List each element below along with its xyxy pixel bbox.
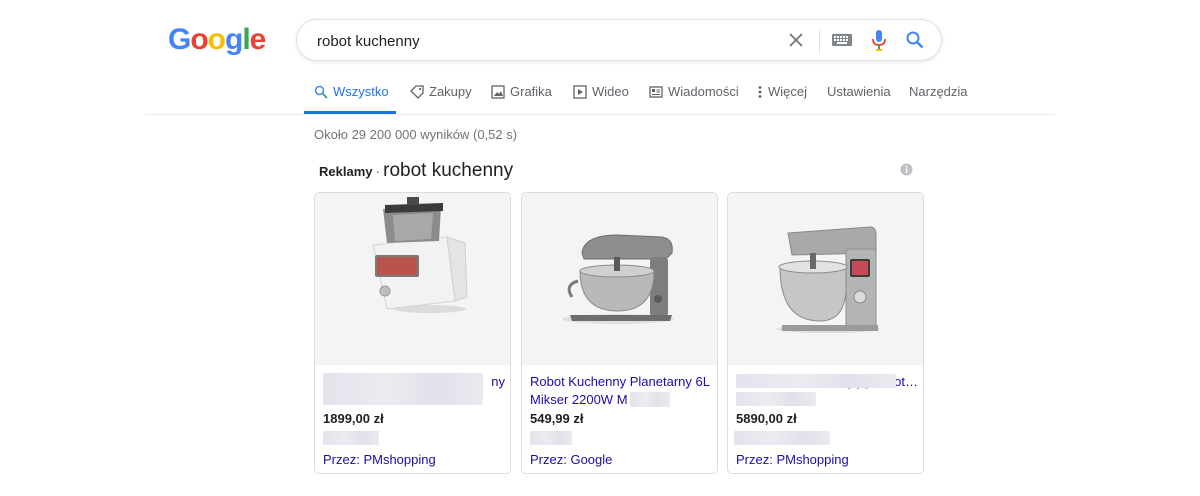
redacted-store — [323, 431, 379, 445]
ads-query: robot kuchenny — [383, 160, 514, 181]
voice-search-button[interactable] — [868, 29, 890, 51]
product-image — [728, 193, 923, 365]
product-title-line: Mikser 2200W M — [530, 392, 628, 407]
keyboard-icon — [832, 34, 852, 46]
redacted-title — [323, 373, 483, 405]
header-divider — [145, 114, 1055, 115]
product-image — [522, 193, 717, 365]
tab-wszystko[interactable]: Wszystko — [314, 84, 389, 114]
product-price: 5890,00 zł — [736, 411, 797, 426]
tab-wiadomosci[interactable]: Wiadomości — [649, 84, 739, 114]
search-divider — [819, 29, 820, 53]
product-card[interactable]: Robot Kuchenny Planetarny 6L Mikser 2200… — [521, 192, 718, 474]
results-count: Około 29 200 000 wyników (0,52 s) — [314, 127, 518, 142]
keyboard-button[interactable] — [831, 29, 853, 51]
product-card[interactable]: ny 1899,00 zł Przez: PMshopping — [314, 192, 511, 474]
logo-letter: g — [225, 23, 243, 56]
logo-letter: o — [190, 23, 208, 56]
search-input[interactable] — [315, 20, 769, 62]
product-card[interactable]: Gotujący robot… 5890,00 zł Przez: PMshop… — [727, 192, 924, 474]
logo-letter: o — [207, 23, 226, 56]
cooking-robot-image — [776, 226, 880, 333]
tab-ustawienia[interactable]: Ustawienia — [827, 84, 891, 114]
search-box — [296, 19, 942, 62]
clear-search-button[interactable] — [785, 29, 807, 51]
logo-letter: e — [249, 23, 267, 56]
tab-label: Więcej — [768, 84, 808, 99]
tab-wiecej[interactable]: Więcej — [757, 84, 807, 114]
tab-label: Wideo — [592, 84, 629, 99]
redacted-title — [736, 374, 896, 388]
kitchen-robot-image — [372, 197, 468, 313]
search-icon — [314, 85, 328, 99]
tab-label: Narzędzia — [909, 84, 968, 99]
product-price: 549,99 zł — [530, 411, 584, 426]
tab-label: Wiadomości — [668, 84, 739, 99]
logo-letter: G — [168, 23, 191, 56]
product-seller[interactable]: Przez: Google — [530, 452, 612, 467]
search-button[interactable] — [904, 29, 926, 51]
tag-icon — [410, 85, 424, 99]
microphone-icon — [872, 29, 886, 51]
tab-grafika[interactable]: Grafika — [491, 84, 552, 114]
ads-label: Reklamy — [319, 164, 373, 179]
tab-label: Wszystko — [333, 84, 389, 99]
play-icon — [573, 85, 587, 99]
product-price: 1899,00 zł — [323, 411, 384, 426]
tab-zakupy[interactable]: Zakupy — [410, 84, 472, 114]
ads-separator: · — [375, 163, 381, 179]
search-icon — [906, 31, 924, 49]
logo-letter: l — [242, 23, 250, 56]
tab-narzedzia[interactable]: Narzędzia — [909, 84, 968, 114]
google-logo[interactable]: Google — [168, 22, 267, 58]
tab-wideo[interactable]: Wideo — [573, 84, 629, 114]
redacted-store — [734, 431, 830, 445]
stand-mixer-image — [562, 234, 674, 324]
product-seller[interactable]: Przez: PMshopping — [323, 452, 436, 467]
product-title[interactable]: Robot Kuchenny Planetarny 6L Mikser 2200… — [530, 373, 712, 409]
product-image — [315, 193, 510, 365]
tab-label: Grafika — [510, 84, 552, 99]
news-icon — [649, 86, 663, 98]
redacted-store — [530, 431, 572, 445]
image-icon — [491, 85, 505, 99]
more-vert-icon — [758, 86, 762, 98]
product-title-line: Robot Kuchenny Planetarny 6L — [530, 374, 710, 389]
close-icon — [789, 33, 803, 47]
tab-label: Zakupy — [429, 84, 472, 99]
redacted-title — [630, 392, 670, 407]
info-icon[interactable] — [900, 163, 913, 176]
product-seller[interactable]: Przez: PMshopping — [736, 452, 849, 467]
tab-label: Ustawienia — [827, 84, 891, 99]
ads-header: Reklamy · robot kuchenny — [319, 160, 513, 182]
redacted-title — [736, 392, 816, 406]
